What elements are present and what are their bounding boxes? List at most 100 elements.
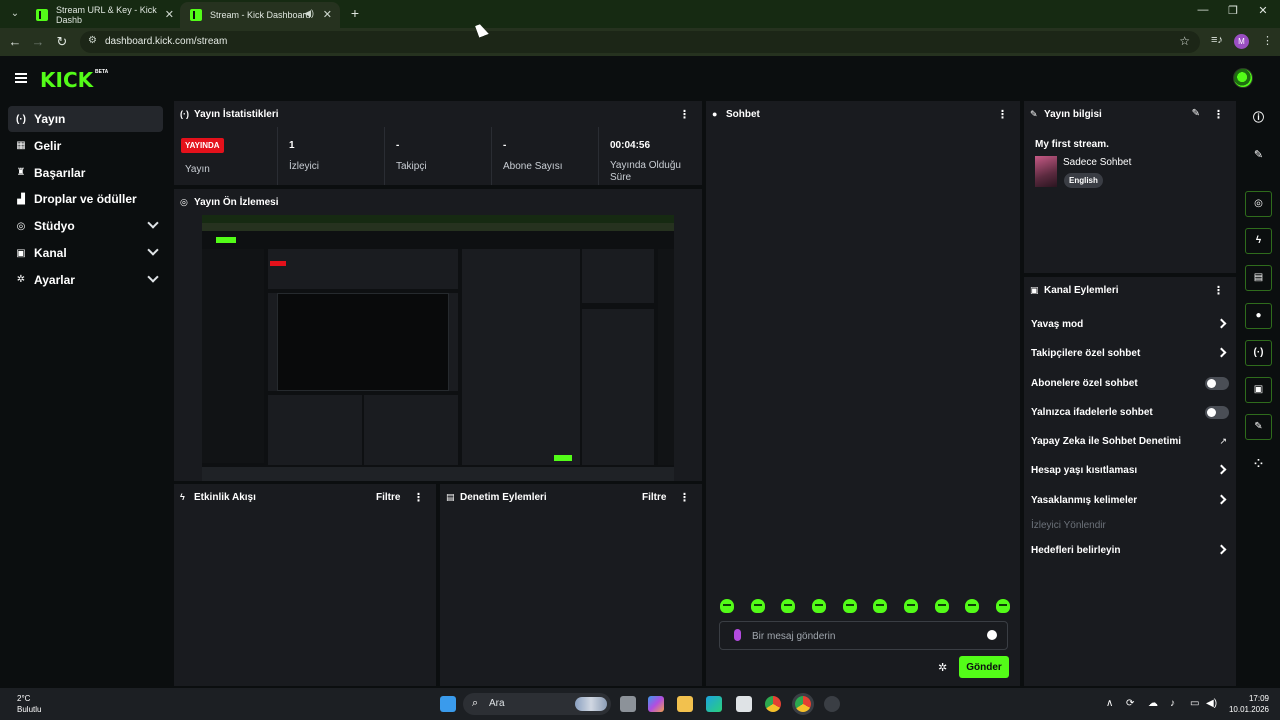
kebab-menu-icon[interactable]: ⋮ xyxy=(997,108,1008,121)
user-avatar[interactable] xyxy=(1233,68,1253,88)
chat-bubble-icon[interactable]: ● xyxy=(1245,303,1272,329)
copilot-icon[interactable] xyxy=(648,696,664,712)
close-window-button[interactable]: ✕ xyxy=(1248,4,1278,17)
chrome-profile-icon[interactable] xyxy=(795,696,811,712)
chevron-right-icon[interactable] xyxy=(1216,318,1227,329)
emote-icon[interactable] xyxy=(873,599,888,613)
close-tab-icon[interactable]: ✕ xyxy=(165,8,174,21)
browser-menu-icon[interactable]: ⋮ xyxy=(1262,34,1273,47)
edit-pencil-icon[interactable]: ✎ xyxy=(1245,144,1272,166)
hamburger-menu-icon[interactable] xyxy=(15,73,27,83)
kebab-menu-icon[interactable]: ⋮ xyxy=(1213,284,1224,297)
chat-input[interactable] xyxy=(752,628,982,644)
restore-button[interactable]: ❐ xyxy=(1218,4,1248,17)
speaker-icon[interactable]: ◀) xyxy=(304,8,314,19)
sidebar-item[interactable]: ▦ Gelir xyxy=(8,133,163,159)
channel-action-row[interactable]: Yasaklanmış kelimeler xyxy=(1031,493,1231,509)
task-view-icon[interactable] xyxy=(620,696,636,712)
profile-avatar[interactable]: M xyxy=(1234,34,1249,49)
send-button[interactable]: Gönder xyxy=(959,656,1009,678)
reload-button[interactable]: ↻ xyxy=(53,33,71,51)
taskbar-clock[interactable]: 17:09 10.01.2026 xyxy=(1227,693,1269,715)
sidebar-item[interactable]: ▟ Droplar ve ödüller xyxy=(8,186,163,212)
microphone-tray-icon[interactable]: ♪ xyxy=(1170,698,1175,709)
broadcast-icon[interactable]: (·) xyxy=(1245,340,1272,366)
channel-action-row[interactable]: Hedefleri belirleyin xyxy=(1031,543,1231,559)
external-link-icon[interactable]: ↗ xyxy=(1219,436,1227,447)
minimize-button[interactable]: — xyxy=(1188,4,1218,16)
taskbar-search[interactable]: ⌕ Ara xyxy=(463,693,611,715)
kebab-menu-icon[interactable]: ⋮ xyxy=(1213,108,1224,121)
channel-action-row[interactable]: Yavaş mod xyxy=(1031,317,1231,333)
chevron-right-icon[interactable] xyxy=(1216,544,1227,555)
sidebar-item[interactable]: ▣ Kanal xyxy=(8,240,163,266)
media-control-icon[interactable]: ≡♪ xyxy=(1211,34,1223,46)
display-icon[interactable]: ▭ xyxy=(1190,698,1199,709)
document-icon[interactable]: ▤ xyxy=(1245,265,1272,291)
emote-icon[interactable] xyxy=(720,599,734,613)
kebab-menu-icon[interactable]: ⋮ xyxy=(679,108,690,121)
layout-icon[interactable]: ⁘ xyxy=(1245,453,1272,475)
channel-action-row[interactable]: Yapay Zeka ile Sohbet Denetimi ↗ xyxy=(1031,434,1231,450)
channel-action-row[interactable]: Abonelere özel sohbet xyxy=(1031,376,1231,392)
kick-logo[interactable]: KICK xyxy=(40,68,93,92)
browser-tab-active[interactable]: Stream - Kick Dashboard ◀) ✕ xyxy=(180,2,340,28)
channel-action-row[interactable]: Yalnızca ifadelerle sohbet xyxy=(1031,405,1231,421)
emote-icon[interactable] xyxy=(934,599,949,613)
sidebar-item[interactable]: (·) Yayın xyxy=(8,106,163,132)
chevron-right-icon[interactable] xyxy=(1216,347,1227,358)
toggle-switch[interactable] xyxy=(1205,377,1229,390)
chevron-down-icon[interactable] xyxy=(147,271,159,283)
filter-button[interactable]: Filtre xyxy=(642,492,666,503)
chevron-down-icon[interactable] xyxy=(147,217,159,229)
weather-widget[interactable]: 2°C Bulutlu xyxy=(17,693,41,715)
info-icon[interactable]: ⓘ xyxy=(1245,107,1272,129)
chat-input-box[interactable] xyxy=(719,621,1008,650)
channel-action-row[interactable]: Takipçilere özel sohbet xyxy=(1031,346,1231,362)
emote-icon[interactable] xyxy=(750,599,765,613)
lightning-icon[interactable]: ϟ xyxy=(1245,228,1272,254)
new-tab-button[interactable]: + xyxy=(346,4,364,22)
channel-icon[interactable]: ▣ xyxy=(1245,377,1272,403)
browser-tab[interactable]: Stream URL & Key - Kick Dashb ✕ xyxy=(26,2,182,28)
windows-start-icon[interactable] xyxy=(440,696,456,712)
stream-preview-video[interactable] xyxy=(202,215,674,481)
site-info-icon[interactable]: ⚙ xyxy=(88,35,97,46)
sidebar-item[interactable]: ♜ Başarılar xyxy=(8,160,163,186)
emote-icon[interactable] xyxy=(903,599,918,613)
chevron-right-icon[interactable] xyxy=(1216,464,1227,475)
forward-button[interactable]: → xyxy=(29,33,47,51)
chevron-down-icon[interactable] xyxy=(147,244,159,256)
kebab-menu-icon[interactable]: ⋮ xyxy=(413,491,424,504)
sidebar-item[interactable]: ◎ Stüdyo xyxy=(8,213,163,239)
edge-icon[interactable] xyxy=(706,696,722,712)
emote-icon[interactable] xyxy=(842,599,857,613)
microphone-icon[interactable] xyxy=(734,629,741,641)
chevron-right-icon[interactable] xyxy=(1216,494,1227,505)
tray-overflow-icon[interactable]: ∧ xyxy=(1106,698,1113,709)
sidebar-item[interactable]: ✲ Ayarlar xyxy=(8,267,163,293)
wrench-icon[interactable]: ✎ xyxy=(1245,414,1272,440)
obs-icon[interactable] xyxy=(824,696,840,712)
emote-icon[interactable] xyxy=(995,599,1010,613)
emote-icon[interactable] xyxy=(965,599,980,613)
emoji-picker-icon[interactable] xyxy=(987,630,997,640)
close-tab-icon[interactable]: ✕ xyxy=(323,8,332,21)
filter-button[interactable]: Filtre xyxy=(376,492,400,503)
file-explorer-icon[interactable] xyxy=(677,696,693,712)
sync-icon[interactable]: ⟳ xyxy=(1126,698,1134,709)
kebab-menu-icon[interactable]: ⋮ xyxy=(679,491,690,504)
tab-search-button[interactable]: ⌄ xyxy=(6,5,24,23)
onedrive-icon[interactable]: ☁ xyxy=(1148,698,1158,709)
bookmark-star-icon[interactable]: ☆ xyxy=(1179,34,1190,48)
preview-toggle-icon[interactable]: ◎ xyxy=(1245,191,1272,217)
emote-icon[interactable] xyxy=(811,599,826,613)
back-button[interactable]: ← xyxy=(6,33,24,51)
channel-action-row[interactable]: Hesap yaşı kısıtlaması xyxy=(1031,463,1231,479)
edit-pencil-icon[interactable]: ✎ xyxy=(1192,108,1200,119)
volume-icon[interactable]: ◀) xyxy=(1206,698,1217,709)
chat-settings-icon[interactable]: ✲ xyxy=(938,661,947,674)
address-bar[interactable]: ⚙ dashboard.kick.com/stream ☆ xyxy=(80,31,1200,53)
emote-icon[interactable] xyxy=(781,599,796,613)
chrome-icon[interactable] xyxy=(765,696,781,712)
